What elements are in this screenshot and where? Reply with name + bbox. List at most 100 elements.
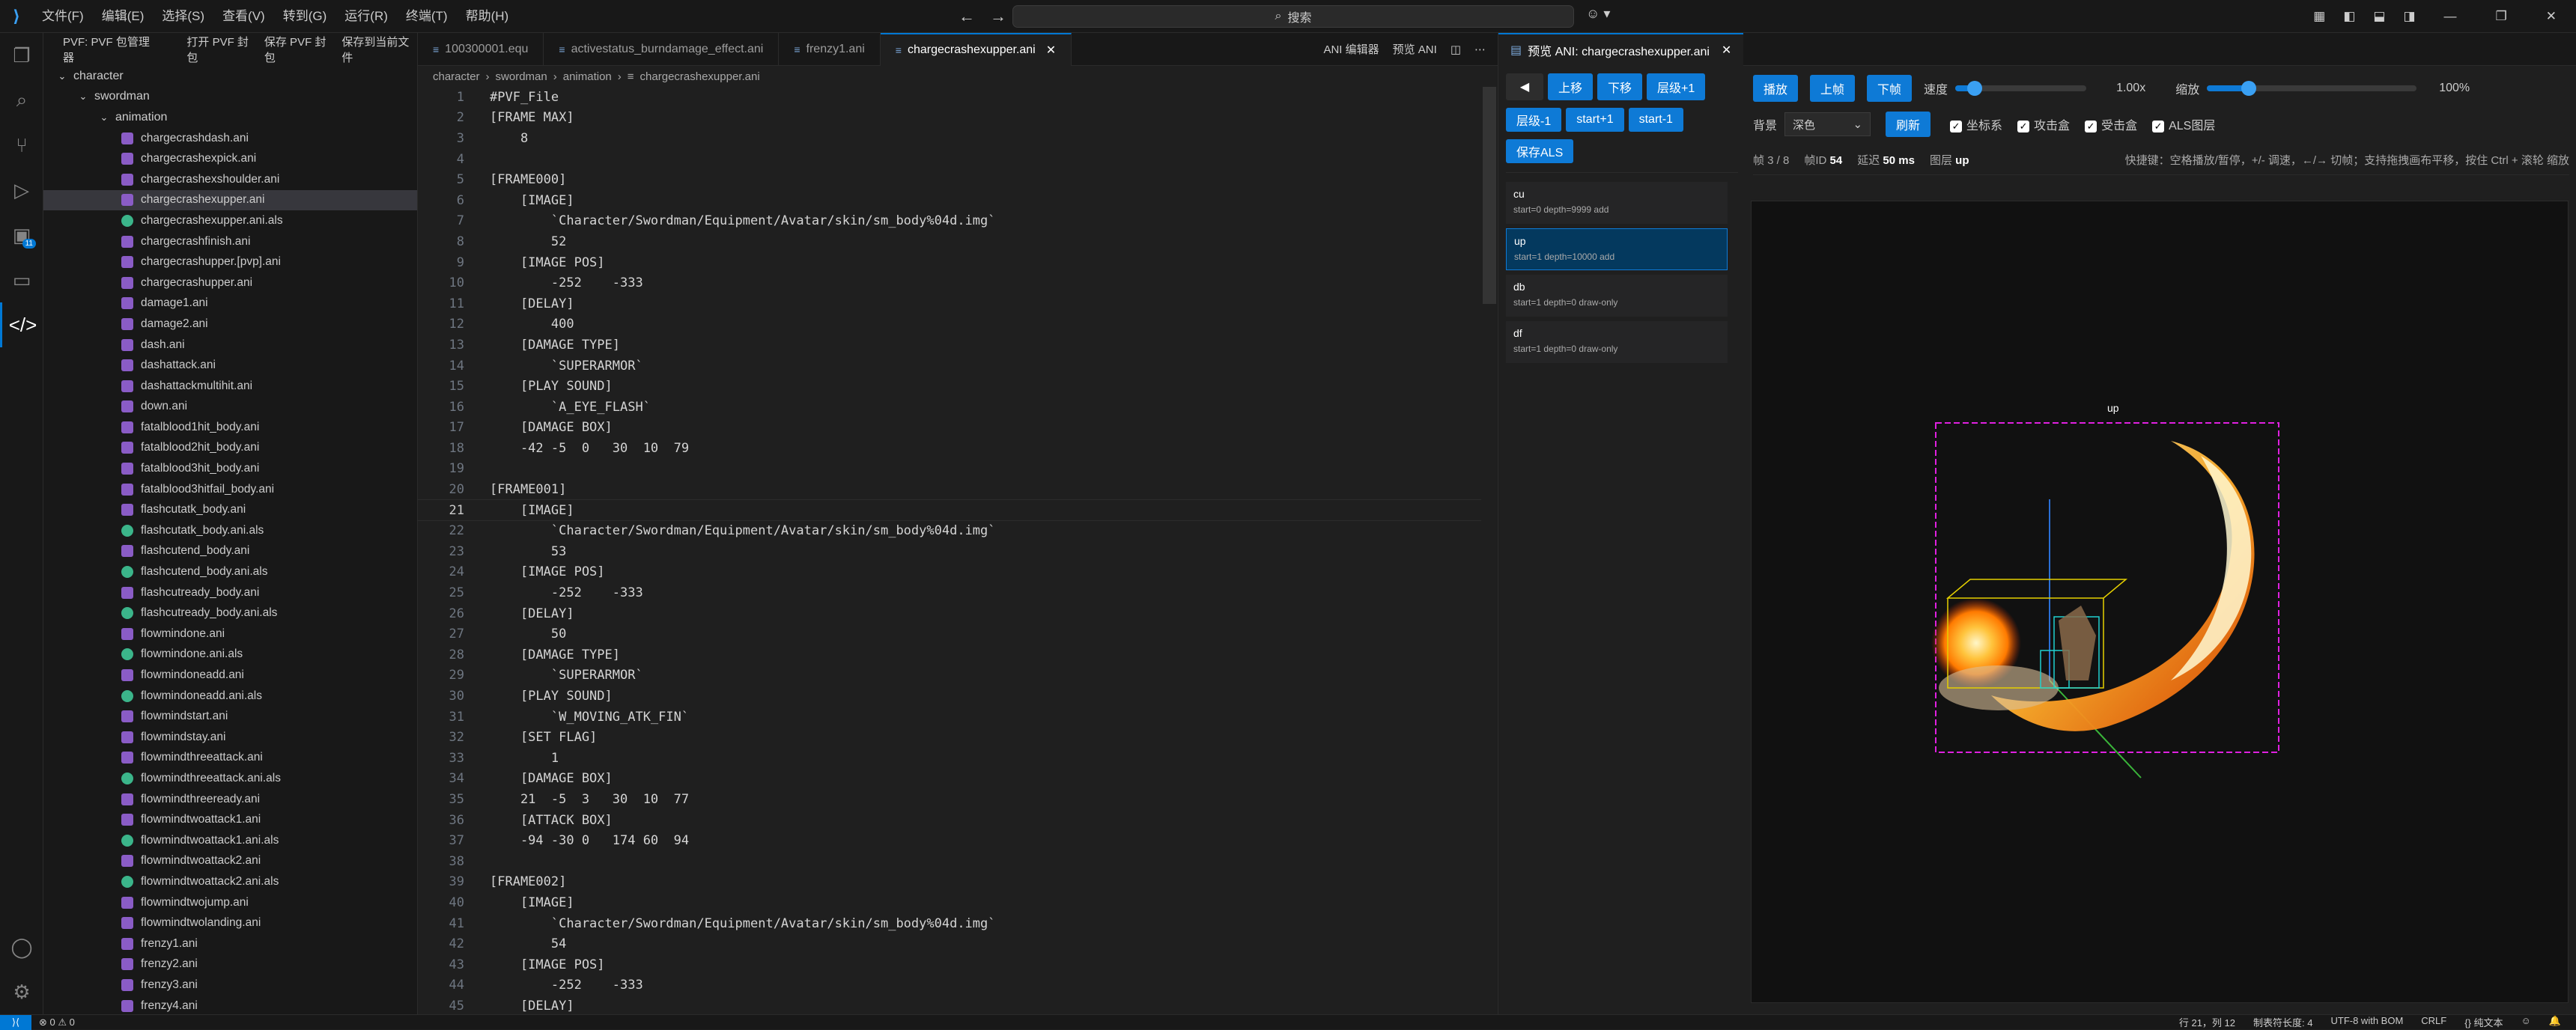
- breadcrumb-item[interactable]: swordman: [496, 70, 547, 83]
- code-line[interactable]: 41 `Character/Swordman/Equipment/Avatar/…: [418, 913, 1481, 934]
- menu-item[interactable]: 转到(G): [274, 0, 336, 33]
- account-icon[interactable]: ◯: [0, 924, 43, 969]
- code-line[interactable]: 2 [FRAME MAX]: [418, 108, 1481, 129]
- code-line[interactable]: 43 [IMAGE POS]: [418, 954, 1481, 975]
- file-item[interactable]: fatalblood2hit_body.ani: [43, 438, 417, 459]
- close-tab-icon[interactable]: ✕: [1722, 43, 1731, 58]
- code-line[interactable]: 17 [DAMAGE BOX]: [418, 418, 1481, 439]
- sidebar-toggle-icon[interactable]: ◧: [2334, 9, 2364, 24]
- tab-equ-file[interactable]: ≡ 100300001.equ: [418, 33, 544, 66]
- back-button[interactable]: ◀: [1506, 73, 1543, 100]
- file-item[interactable]: flowmindoneadd.ani: [43, 665, 417, 686]
- file-item[interactable]: frenzy2.ani: [43, 954, 417, 975]
- code-line[interactable]: 3 8: [418, 128, 1481, 149]
- panel-toggle-icon[interactable]: ⬓: [2364, 9, 2394, 24]
- file-item[interactable]: chargecrashexpick.ani: [43, 148, 417, 169]
- file-item[interactable]: fatalblood1hit_body.ani: [43, 417, 417, 438]
- layer-minus-button[interactable]: 层级-1: [1506, 108, 1562, 132]
- open-pvf-button[interactable]: 打开 PVF 封包: [186, 34, 256, 65]
- breadcrumb-item[interactable]: chargecrashexupper.ani: [640, 70, 760, 83]
- problems-indicator[interactable]: ⊗ 0 ⚠ 0: [39, 1017, 75, 1029]
- play-button[interactable]: 播放: [1753, 75, 1799, 102]
- refresh-button[interactable]: 刷新: [1886, 112, 1931, 137]
- zoom-slider[interactable]: [2207, 81, 2417, 96]
- end-of-line[interactable]: CRLF: [2421, 1015, 2446, 1029]
- settings-gear-icon[interactable]: ⚙: [0, 969, 43, 1014]
- file-item[interactable]: flashcutready_body.ani: [43, 582, 417, 603]
- code-line[interactable]: 1 #PVF_File: [418, 87, 1481, 108]
- tab-preview-ani[interactable]: ▤ 预览 ANI: chargecrashexupper.ani ✕: [1498, 33, 1744, 66]
- file-item[interactable]: flowmindstay.ani: [43, 727, 417, 748]
- close-tab-icon[interactable]: ✕: [1046, 43, 1056, 58]
- file-item[interactable]: flashcutatk_body.ani: [43, 499, 417, 520]
- preview-canvas[interactable]: up: [1751, 201, 2569, 1003]
- code-line[interactable]: 20 [FRAME001]: [418, 479, 1481, 500]
- breadcrumb-item[interactable]: character: [433, 70, 480, 83]
- code-line[interactable]: 14 `SUPERARMOR`: [418, 356, 1481, 377]
- folder-character[interactable]: ⌄ character: [43, 66, 417, 87]
- code-line[interactable]: 21 [IMAGE]: [418, 499, 1481, 522]
- next-frame-button[interactable]: 下帧: [1867, 75, 1913, 102]
- menu-item[interactable]: 运行(R): [335, 0, 397, 33]
- layer-plus-button[interactable]: 层级+1: [1647, 73, 1706, 100]
- code-line[interactable]: 23 53: [418, 541, 1481, 562]
- breadcrumb-item[interactable]: animation: [563, 70, 612, 83]
- code-line[interactable]: 26 [DELAY]: [418, 603, 1481, 624]
- code-line[interactable]: 45 [DELAY]: [418, 996, 1481, 1014]
- bg-select[interactable]: 深色 ⌄: [1784, 112, 1871, 136]
- notifications-icon[interactable]: 🔔: [2549, 1015, 2561, 1029]
- file-item[interactable]: flowmindoneadd.ani.als: [43, 686, 417, 707]
- checkbox-attack-box[interactable]: ✓ 攻击盒: [2017, 115, 2070, 133]
- code-line[interactable]: 38: [418, 851, 1481, 872]
- code-line[interactable]: 4: [418, 149, 1481, 170]
- file-item[interactable]: flowmindtwoattack1.ani: [43, 809, 417, 830]
- speed-slider-knob[interactable]: [1967, 81, 1983, 96]
- file-item[interactable]: fatalblood3hit_body.ani: [43, 458, 417, 479]
- file-item[interactable]: frenzy1.ani: [43, 933, 417, 954]
- menu-item[interactable]: 文件(F): [33, 0, 93, 33]
- save-pvf-button[interactable]: 保存 PVF 封包: [264, 34, 334, 65]
- file-item[interactable]: flowmindtwoattack2.ani: [43, 851, 417, 872]
- copilot-icon[interactable]: ☺ ▾: [1586, 6, 1610, 22]
- code-line[interactable]: 11 [DELAY]: [418, 293, 1481, 314]
- editor-scrollbar[interactable]: [1483, 87, 1496, 304]
- file-item[interactable]: flowmindthreeready.ani: [43, 789, 417, 810]
- remote-explorer-icon[interactable]: ▭: [0, 258, 43, 302]
- save-current-button[interactable]: 保存到当前文件: [341, 34, 417, 65]
- tab-burndamage[interactable]: ≡ activestatus_burndamage_effect.ani: [544, 33, 780, 66]
- file-item[interactable]: dashattackmultihit.ani: [43, 376, 417, 397]
- layer-item[interactable]: cu start=0 depth=9999 add: [1506, 182, 1728, 224]
- menu-item[interactable]: 终端(T): [397, 0, 457, 33]
- checkbox-damage-box[interactable]: ✓ 受击盒: [2085, 115, 2137, 133]
- file-item[interactable]: chargecrashexupper.ani: [43, 189, 417, 211]
- code-editor[interactable]: 1 #PVF_File 2 [FRAME MAX] 3 8 4 5 [FRAME000] 6 […: [418, 87, 1481, 1014]
- code-line[interactable]: 33 1: [418, 748, 1481, 769]
- code-line[interactable]: 25 -252 -333: [418, 582, 1481, 603]
- code-line[interactable]: 34 [DAMAGE BOX]: [418, 769, 1481, 790]
- back-arrow-icon[interactable]: ←: [959, 7, 975, 26]
- code-line[interactable]: 40 [IMAGE]: [418, 892, 1481, 913]
- file-item[interactable]: flashcutready_body.ani.als: [43, 603, 417, 624]
- extensions-icon[interactable]: ▣ 11: [0, 213, 43, 258]
- file-item[interactable]: flowmindtwojump.ani: [43, 892, 417, 913]
- code-line[interactable]: 16 `A_EYE_FLASH`: [418, 397, 1481, 418]
- prev-frame-button[interactable]: 上帧: [1810, 75, 1856, 102]
- ani-editor-button[interactable]: ANI 编辑器: [1323, 41, 1379, 57]
- speed-slider[interactable]: [1955, 81, 2087, 96]
- file-item[interactable]: chargecrashexupper.ani.als: [43, 210, 417, 231]
- code-line[interactable]: 12 400: [418, 314, 1481, 335]
- code-line[interactable]: 19: [418, 459, 1481, 480]
- remote-indicator-icon[interactable]: ⟩⟨: [0, 1014, 31, 1030]
- file-item[interactable]: flowmindtwolanding.ani: [43, 912, 417, 933]
- move-up-button[interactable]: 上移: [1548, 73, 1594, 100]
- menu-item[interactable]: 编辑(E): [93, 0, 154, 33]
- layer-item[interactable]: db start=1 depth=0 draw-only: [1506, 275, 1728, 317]
- file-item[interactable]: flowmindstart.ani: [43, 706, 417, 727]
- file-item[interactable]: chargecrashfinish.ani: [43, 231, 417, 252]
- secondary-sidebar-icon[interactable]: ◨: [2394, 9, 2424, 24]
- search-box[interactable]: ⌕ 搜索: [1012, 5, 1574, 28]
- code-line[interactable]: 44 -252 -333: [418, 975, 1481, 996]
- menu-item[interactable]: 帮助(H): [457, 0, 518, 33]
- more-actions-icon[interactable]: ⋯: [1474, 43, 1486, 56]
- file-item[interactable]: flowmindone.ani: [43, 624, 417, 644]
